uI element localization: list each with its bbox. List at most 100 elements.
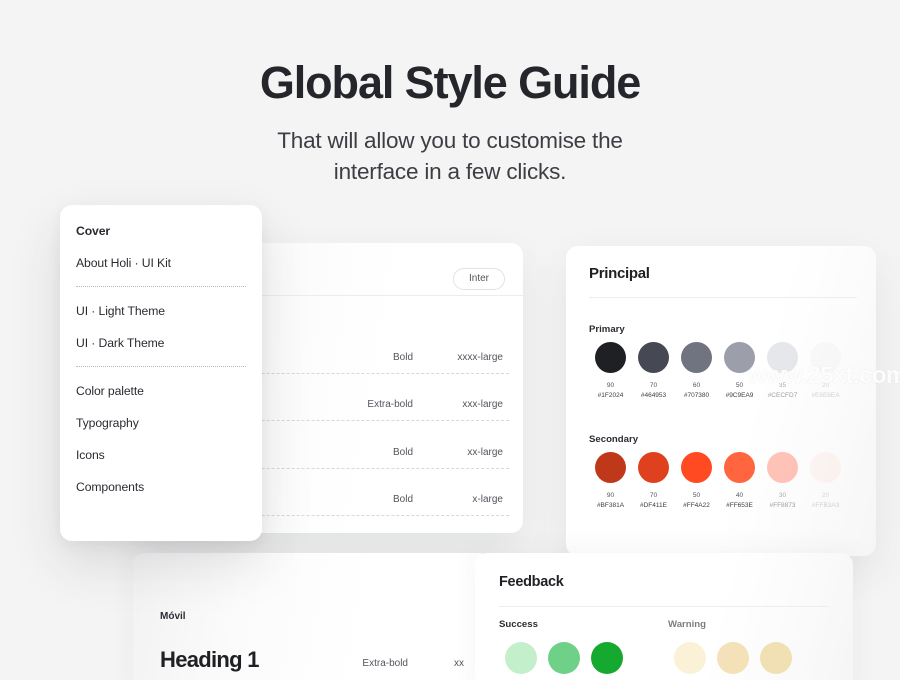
typography-weight: Bold [392,351,413,363]
feedback-group-warning: Warning LightMediumDark [668,619,797,680]
typography-mobile-row: Heading 1 Extra-bold xx [160,635,464,680]
typography-weight: Bold [392,494,413,505]
color-swatch[interactable]: 60 #707380 [675,342,718,401]
feedback-color-swatch-dot [673,642,706,674]
menu-separator [76,366,246,368]
palette-group-label-primary: Primary [589,324,625,335]
feedback-swatch-row-success: LightMediumDark [499,642,628,680]
page-stage: Global Style Guide That will allow you t… [0,0,900,680]
menu-item-color-palette[interactable]: Color palette [60,375,262,407]
color-swatch-dot [810,342,841,373]
typography-mobile-weight: Extra-bold [362,658,408,669]
palette-group-label-secondary: Secondary [589,434,639,445]
feedback-color-swatch[interactable]: Light [668,642,711,680]
color-swatch[interactable]: 35 #CECFD7 [761,342,804,401]
color-swatch-level: 20 [821,382,830,389]
typography-size: xxx-large [462,399,503,410]
color-swatch-hex: #FF4A22 [683,502,710,510]
color-swatch-hex: #DF411E [640,502,667,510]
feedback-color-swatch[interactable]: Dark [585,642,628,680]
menu-item-typography[interactable]: Typography [60,407,262,439]
color-swatch-dot [638,452,669,483]
feedback-color-swatch-dot [716,642,749,674]
feedback-card: Feedback SuccessLightMediumDarkWarningLi… [475,553,853,680]
menu-item-ui-light-theme[interactable]: UI · Light Theme [60,295,262,327]
principal-palette-card: Principal Primary 90 #1F2024 70 #464953 60 #70… [566,246,876,556]
color-swatch-hex: #FF653E [726,502,753,510]
color-swatch-level: 70 [649,492,658,499]
color-swatch-hex: #464953 [640,392,667,400]
typography-mobile-size: xx [454,658,464,669]
menu-item-cover[interactable]: Cover [60,215,262,247]
typography-mobile-sample: Heading 1 [160,647,260,672]
color-swatch[interactable]: 70 #464953 [632,342,675,401]
color-swatch[interactable]: 50 #FF4A22 [675,452,718,511]
color-swatch-level: 70 [649,382,658,389]
color-swatch[interactable]: 20 #FFB3A3 [804,452,847,511]
menu-groups: Cover About Holi · UI Kit UI · Light Theme… [60,205,262,503]
color-swatch-level: 30 [778,492,787,499]
color-swatch-dot [767,452,798,483]
color-swatch-level: 20 [821,492,830,499]
color-swatch-dot [681,452,712,483]
menu-separator [76,286,246,288]
feedback-color-swatch[interactable]: Light [499,642,542,680]
menu-item-icons[interactable]: Icons [60,439,262,471]
feedback-color-swatch[interactable]: Medium [711,642,754,680]
color-swatch-level: 40 [735,492,744,499]
typography-mobile-card: Móvil Heading 1Extra-boldxxHeading 2Extr… [133,553,491,680]
typography-mobile-rows: Heading 1Extra-boldxxHeading 2Extra-bold… [133,635,491,680]
color-swatch[interactable]: 50 #9C9EA9 [718,342,761,401]
color-swatch-level: 60 [692,382,701,389]
color-swatch-hex: #1F2024 [597,392,624,400]
typography-size: x-large [472,494,503,505]
color-swatch-level: 90 [606,382,615,389]
color-swatch-dot [724,342,755,373]
menu-item-components[interactable]: Components [60,471,262,503]
feedback-card-title: Feedback [499,574,564,590]
feedback-color-swatch-dot [547,642,580,674]
color-swatch-dot [595,452,626,483]
color-swatch[interactable]: 30 #FF8873 [761,452,804,511]
page-subtitle: That will allow you to customise the int… [277,128,623,184]
menu-item-ui-dark-theme[interactable]: UI · Dark Theme [60,327,262,359]
font-family-pill[interactable]: Inter [452,268,505,290]
color-swatch[interactable]: 90 #1F2024 [589,342,632,401]
menu-item-about-holi-ui-kit[interactable]: About Holi · UI Kit [60,247,262,279]
color-swatch[interactable]: 90 #BF381A [589,452,632,511]
hero-section: Global Style Guide That will allow you t… [0,57,900,187]
feedback-group-label-success: Success [499,619,538,630]
color-swatch-dot [595,342,626,373]
color-swatch-hex: #9C9EA9 [725,392,754,400]
feedback-card-divider [499,606,829,607]
feedback-color-swatch[interactable]: Dark [754,642,797,680]
color-swatch-hex: #FF8873 [769,502,796,510]
palette-swatch-row-primary: 90 #1F2024 70 #464953 60 #707380 50 #9C9EA9 35 #C… [589,342,847,401]
typography-mobile-group-label: Móvil [160,611,186,622]
color-swatch[interactable]: 40 #FF653E [718,452,761,511]
feedback-swatch-row-warning: LightMediumDark [668,642,797,680]
color-swatch-level: 50 [692,492,701,499]
typography-size: xx-large [467,446,503,458]
color-swatch[interactable]: 70 #DF411E [632,452,675,511]
feedback-color-swatch[interactable]: Medium [542,642,585,680]
feedback-color-swatch-dot [590,642,623,674]
navigation-menu-card: Cover About Holi · UI Kit UI · Light Theme… [60,205,262,541]
color-swatch-level: 35 [778,382,787,389]
feedback-color-swatch-dot [504,642,537,674]
color-swatch-level: 90 [606,492,615,499]
principal-card-title: Principal [589,265,650,282]
color-swatch-level: 50 [735,382,744,389]
color-swatch-dot [810,452,841,483]
color-swatch-hex: #707380 [683,392,710,400]
color-swatch-dot [724,452,755,483]
color-swatch-hex: #E6E6EA [811,392,840,400]
color-swatch[interactable]: 20 #E6E6EA [804,342,847,401]
typography-size: xxxx-large [457,351,503,363]
page-title: Global Style Guide [259,57,641,108]
color-swatch-hex: #BF381A [596,502,625,510]
palette-swatch-row-secondary: 90 #BF381A 70 #DF411E 50 #FF4A22 40 #FF653E 30 #F… [589,452,847,511]
color-swatch-hex: #FFB3A3 [811,502,840,510]
color-swatch-dot [681,342,712,373]
color-swatch-dot [638,342,669,373]
